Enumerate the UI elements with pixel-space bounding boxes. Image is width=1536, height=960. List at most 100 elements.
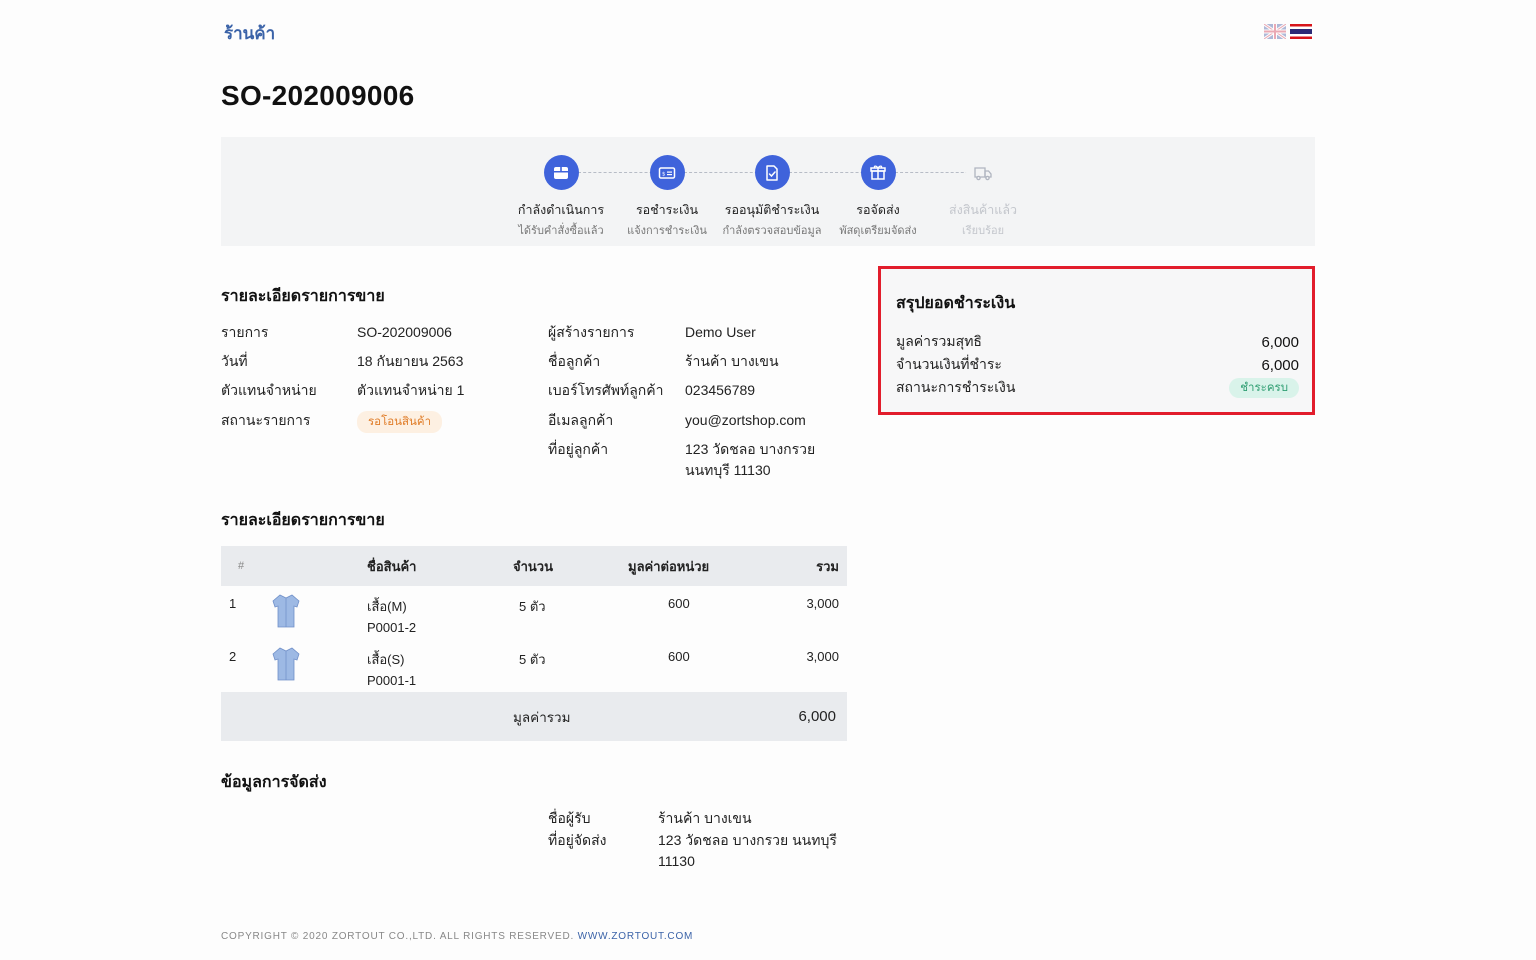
detail-value-agent: ตัวแทนจำหน่าย 1 bbox=[357, 382, 465, 398]
step-title: รออนุมัติชำระเงิน bbox=[724, 203, 820, 217]
items-table: # ชื่อสินค้า จำนวน มูลค่าต่อหน่วย รวม 1 … bbox=[221, 546, 847, 741]
copyright-text: COPYRIGHT © 2020 ZORTOUT CO.,LTD. ALL RI… bbox=[221, 931, 575, 942]
col-name-header: ชื่อสินค้า bbox=[367, 558, 417, 574]
step-circle bbox=[543, 155, 579, 190]
detail-label-creator: ผู้สร้างรายการ bbox=[548, 324, 635, 340]
col-index-header: # bbox=[238, 560, 245, 572]
step-circle bbox=[860, 155, 896, 190]
payment-summary-card: สรุปยอดชำระเงิน มูลค่ารวมสุทธิ 6,000 จำน… bbox=[878, 266, 1315, 415]
detail-value-customer-address-line2: นนทบุรี 11130 bbox=[685, 462, 771, 478]
item-name: เสื้อ(S) bbox=[367, 652, 405, 667]
shipping-recipient-label: ชื่อผู้รับ bbox=[548, 810, 591, 826]
en-flag-icon[interactable] bbox=[1264, 24, 1286, 39]
table-total-row: มูลค่ารวม 6,000 bbox=[221, 692, 847, 741]
item-sku: P0001-2 bbox=[367, 620, 417, 635]
table-row: 2 เสื้อ(S) P0001-1 5 ตัว 600 3,000 bbox=[221, 639, 847, 692]
detail-value-customer-email: you@zortshop.com bbox=[685, 412, 806, 428]
detail-label-agent: ตัวแทนจำหน่าย bbox=[221, 382, 317, 398]
item-index-value: 1 bbox=[229, 596, 237, 611]
shipping-address-line2: 11130 bbox=[658, 853, 695, 869]
col-total-header: รวม bbox=[816, 558, 839, 574]
summary-status-row: สถานะการชำระเงิน ชำระครบ bbox=[896, 377, 1299, 399]
step-subtitle: กำลังตรวจสอบข้อมูล bbox=[722, 225, 822, 237]
grand-total-value: 6,000 bbox=[798, 708, 836, 725]
empty-cell bbox=[221, 692, 367, 741]
step-shipped: ส่งสินค้าแล้ว เรียบร้อย bbox=[928, 155, 1038, 239]
box-icon bbox=[554, 166, 568, 179]
item-qty: 5 ตัว bbox=[519, 599, 546, 614]
item-name-cell: เสื้อ(M) P0001-2 bbox=[367, 586, 513, 639]
item-unit-price: 600 bbox=[668, 649, 690, 664]
step-subtitle: เรียบร้อย bbox=[961, 225, 1005, 237]
summary-paid-value: 6,000 bbox=[1261, 356, 1299, 374]
summary-net-row: มูลค่ารวมสุทธิ 6,000 bbox=[896, 331, 1299, 353]
document-check-icon bbox=[766, 164, 778, 181]
step-title: ส่งสินค้าแล้ว bbox=[948, 203, 1018, 217]
order-progress-tracker: กำลังดำเนินการ ได้รับคำสั่งซื้อแล้ว $ รอ… bbox=[221, 137, 1315, 246]
shipping-address-label: ที่อยู่จัดส่ง bbox=[548, 832, 607, 848]
step-awaiting-payment: $ รอชำระเงิน แจ้งการชำระเงิน bbox=[612, 155, 722, 239]
step-payment-approval: รออนุมัติชำระเงิน กำลังตรวจสอบข้อมูล bbox=[717, 155, 827, 239]
svg-text:$: $ bbox=[662, 171, 666, 177]
payment-summary-title: สรุปยอดชำระเงิน bbox=[896, 295, 1016, 312]
detail-label-customer-name: ชื่อลูกค้า bbox=[548, 353, 601, 369]
step-circle bbox=[965, 155, 1001, 190]
step-title: กำลังดำเนินการ bbox=[517, 203, 605, 217]
step-circle bbox=[754, 155, 790, 190]
th-flag-icon[interactable] bbox=[1290, 24, 1312, 39]
item-total: 3,000 bbox=[806, 596, 839, 611]
detail-value-customer-phone: 023456789 bbox=[685, 382, 756, 398]
shirt-thumbnail-icon bbox=[272, 594, 300, 628]
detail-value-customer-address-line1: 123 วัดชลอ บางกรวย bbox=[685, 441, 816, 457]
detail-label-date: วันที่ bbox=[221, 353, 248, 369]
step-circle: $ bbox=[649, 155, 685, 190]
empty-cell bbox=[367, 692, 513, 741]
payment-card-icon: $ bbox=[658, 166, 676, 179]
summary-net-value: 6,000 bbox=[1261, 333, 1299, 351]
detail-value-date: 18 กันยายน 2563 bbox=[357, 353, 464, 369]
payment-status-badge: ชำระครบ bbox=[1229, 378, 1299, 398]
detail-value-customer-name: ร้านค้า บางเขน bbox=[685, 353, 779, 369]
order-status-badge: รอโอนสินค้า bbox=[357, 411, 443, 433]
item-name: เสื้อ(M) bbox=[367, 599, 407, 614]
step-subtitle: แจ้งการชำระเงิน bbox=[627, 225, 707, 237]
detail-label-customer-phone: เบอร์โทรศัพท์ลูกค้า bbox=[548, 382, 664, 398]
step-processing: กำลังดำเนินการ ได้รับคำสั่งซื้อแล้ว bbox=[506, 155, 616, 239]
shirt-thumbnail-icon bbox=[272, 647, 300, 681]
detail-label-order: รายการ bbox=[221, 324, 269, 340]
summary-net-label: มูลค่ารวมสุทธิ bbox=[896, 333, 982, 349]
detail-label-status: สถานะรายการ bbox=[221, 412, 311, 428]
step-title: รอจัดส่ง bbox=[856, 203, 900, 217]
summary-paid-row: จำนวนเงินที่ชำระ 6,000 bbox=[896, 354, 1299, 376]
item-qty: 5 ตัว bbox=[519, 652, 546, 667]
detail-value-order: SO-202009006 bbox=[357, 324, 452, 340]
item-index-value: 2 bbox=[229, 649, 237, 664]
item-unit-price: 600 bbox=[668, 596, 690, 611]
summary-status-label: สถานะการชำระเงิน bbox=[896, 379, 1016, 395]
item-index: 2 bbox=[221, 639, 367, 692]
item-sku: P0001-1 bbox=[367, 673, 417, 688]
step-awaiting-shipment: รอจัดส่ง พัสดุเตรียมจัดส่ง bbox=[823, 155, 933, 239]
step-subtitle: พัสดุเตรียมจัดส่ง bbox=[839, 225, 917, 237]
shop-name-link[interactable]: ร้านค้า bbox=[224, 20, 275, 47]
detail-value-creator: Demo User bbox=[685, 324, 756, 340]
shipping-recipient-value: ร้านค้า บางเขน bbox=[658, 810, 752, 826]
col-qty-header: จำนวน bbox=[513, 558, 553, 574]
shipping-address-line1: 123 วัดชลอ บางกรวย นนทบุรี bbox=[658, 832, 837, 848]
item-total: 3,000 bbox=[806, 649, 839, 664]
col-unit-price-header: มูลค่าต่อหน่วย bbox=[628, 558, 710, 574]
detail-label-customer-address: ที่อยู่ลูกค้า bbox=[548, 441, 609, 457]
company-website-link[interactable]: WWW.ZORTOUT.COM bbox=[578, 931, 694, 942]
table-header-row: # ชื่อสินค้า จำนวน มูลค่าต่อหน่วย รวม bbox=[221, 546, 847, 586]
package-icon bbox=[870, 165, 886, 180]
summary-paid-label: จำนวนเงินที่ชำระ bbox=[896, 356, 1002, 372]
item-name-cell: เสื้อ(S) P0001-1 bbox=[367, 639, 513, 692]
step-subtitle: ได้รับคำสั่งซื้อแล้ว bbox=[518, 225, 604, 237]
shipping-heading: ข้อมูลการจัดส่ง bbox=[221, 774, 327, 791]
empty-cell bbox=[628, 692, 748, 741]
truck-icon bbox=[974, 166, 992, 180]
table-row: 1 เสื้อ(M) P0001-2 5 ตัว 600 3,000 bbox=[221, 586, 847, 639]
order-number-heading: SO-202009006 bbox=[221, 80, 415, 111]
footer: COPYRIGHT © 2020 ZORTOUT CO.,LTD. ALL RI… bbox=[221, 931, 693, 942]
step-title: รอชำระเงิน bbox=[635, 203, 699, 217]
